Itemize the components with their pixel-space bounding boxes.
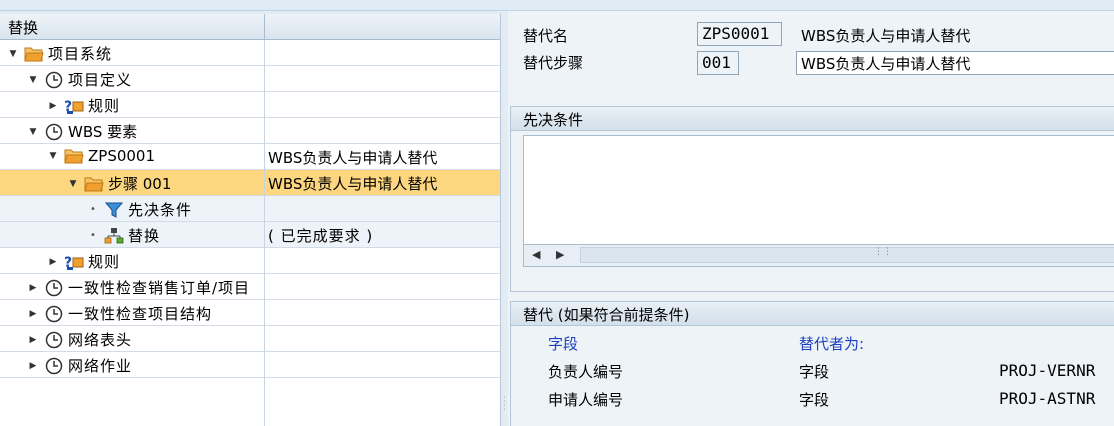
clock-icon xyxy=(45,123,63,140)
substitution-name-field[interactable]: ZPS0001 xyxy=(697,22,782,46)
substituted-by-column-header: 替代者为: xyxy=(799,335,865,353)
clock-icon xyxy=(45,305,63,322)
tree-node-label: 网络作业 xyxy=(68,357,133,375)
tree-node-label: 网络表头 xyxy=(68,331,133,349)
collapsed-arrow-icon[interactable]: ▶ xyxy=(28,309,38,319)
substitution-type: 字段 xyxy=(799,391,830,409)
clock-icon xyxy=(45,279,63,296)
collapsed-arrow-icon[interactable]: ▶ xyxy=(48,257,58,267)
expanded-arrow-icon[interactable]: ▼ xyxy=(68,179,78,189)
substitution-step-field[interactable]: 001 xyxy=(697,51,739,75)
tree-node-label: 一致性检查销售订单/项目 xyxy=(68,279,251,297)
substitution-name-description: WBS负责人与申请人替代 xyxy=(801,27,971,45)
panel-splitter[interactable]: · · · · xyxy=(501,11,508,426)
tree-node-rules[interactable]: ▶ ? 规则 xyxy=(0,92,500,118)
collapsed-arrow-icon[interactable]: ▶ xyxy=(48,101,58,111)
horizontal-scrollbar[interactable]: ◀ ▶ ⋮⋮ xyxy=(523,245,1114,267)
substitution-name-label: 替代名 xyxy=(523,27,569,45)
open-folder-icon xyxy=(84,177,104,191)
detail-panel: 替代名 ZPS0001 WBS负责人与申请人替代 替代步骤 001 WBS负责人… xyxy=(508,11,1114,426)
prerequisite-section: 先决条件 ◀ ▶ ⋮⋮ xyxy=(510,106,1114,292)
tree-column-header: 替换 xyxy=(8,19,39,37)
tree-node-label: 步骤 001 xyxy=(108,175,172,193)
field-column-header: 字段 xyxy=(548,335,579,353)
prerequisite-editor[interactable] xyxy=(523,135,1114,245)
substitution-step-label: 替代步骤 xyxy=(523,54,584,72)
tree-node-consistency-project-structure[interactable]: ▶ 一致性检查项目结构 xyxy=(0,300,500,326)
tree-node-label: 一致性检查项目结构 xyxy=(68,305,213,323)
substitution-section: 替代 (如果符合前提条件) 字段 替代者为: 负责人编号 字段 PROJ-VER… xyxy=(510,301,1114,426)
scroll-track[interactable] xyxy=(580,247,1114,263)
substitution-type: 字段 xyxy=(799,363,830,381)
substitution-tree: 替换 ▼ 项目系统 ▼ 项目定义 ▶ ? 规则 ▼ WBS 要素 ▼ ZPS00… xyxy=(0,14,501,426)
substitution-value[interactable]: PROJ-VERNR xyxy=(999,361,1095,380)
tree-node-wbs-element[interactable]: ▼ WBS 要素 xyxy=(0,118,500,144)
rules-icon: ? xyxy=(64,255,84,271)
substitution-field-name: 申请人编号 xyxy=(548,391,624,409)
tree-node-label: 规则 xyxy=(88,253,121,271)
expanded-arrow-icon[interactable]: ▼ xyxy=(28,127,38,137)
collapsed-arrow-icon[interactable]: ▶ xyxy=(28,335,38,345)
clock-icon xyxy=(45,357,63,374)
open-folder-icon xyxy=(64,149,84,164)
tree-node-network-header[interactable]: ▶ 网络表头 xyxy=(0,326,500,352)
tree-node-description: WBS负责人与申请人替代 xyxy=(268,149,438,167)
tree-node-project-system[interactable]: ▼ 项目系统 xyxy=(0,40,500,66)
tree-node-label: 项目定义 xyxy=(68,71,133,89)
tree-node-substitution[interactable]: • 替换 ( 已完成要求 ) xyxy=(0,222,500,248)
clock-icon xyxy=(45,71,63,88)
tree-node-label: 替换 xyxy=(128,227,161,245)
tree-node-project-definition[interactable]: ▼ 项目定义 xyxy=(0,66,500,92)
scroll-grip-icon[interactable]: ⋮⋮ xyxy=(874,247,892,257)
step-description-input[interactable]: WBS负责人与申请人替代 xyxy=(796,51,1114,75)
tree-node-description: WBS负责人与申请人替代 xyxy=(268,175,438,193)
collapsed-arrow-icon[interactable]: ▶ xyxy=(28,361,38,371)
expanded-arrow-icon[interactable]: ▼ xyxy=(48,151,58,161)
tree-node-label: WBS 要素 xyxy=(68,123,138,141)
tree-node-label: 规则 xyxy=(88,97,121,115)
header-separator xyxy=(264,14,265,40)
clock-icon xyxy=(45,331,63,348)
substitution-field-name: 负责人编号 xyxy=(548,363,624,381)
splitter-grip-icon[interactable]: · · · · xyxy=(503,394,506,414)
tree-node-network-activity[interactable]: ▶ 网络作业 xyxy=(0,352,500,378)
tree-node-zps0001[interactable]: ▼ ZPS0001 WBS负责人与申请人替代 xyxy=(0,144,500,170)
substitution-section-title: 替代 (如果符合前提条件) xyxy=(511,302,1114,326)
tree-node-status: ( 已完成要求 ) xyxy=(268,227,374,245)
tree-node-label: 先决条件 xyxy=(128,201,193,219)
leaf-bullet-icon: • xyxy=(90,204,96,215)
scroll-left-icon[interactable]: ◀ xyxy=(532,248,540,261)
tree-node-step-001[interactable]: ▼ 步骤 001 WBS负责人与申请人替代 xyxy=(0,170,500,196)
rules-icon: ? xyxy=(64,99,84,115)
column-divider xyxy=(264,40,265,426)
leaf-bullet-icon: • xyxy=(90,230,96,241)
tree-node-label: ZPS0001 xyxy=(88,147,156,165)
substitution-value[interactable]: PROJ-ASTNR xyxy=(999,389,1095,408)
expanded-arrow-icon[interactable]: ▼ xyxy=(28,75,38,85)
tree-node-prerequisite[interactable]: • 先决条件 xyxy=(0,196,500,222)
substitution-hierarchy-icon xyxy=(104,227,124,243)
tree-header: 替换 xyxy=(0,14,500,40)
tree-node-consistency-sales-order[interactable]: ▶ 一致性检查销售订单/项目 xyxy=(0,274,500,300)
filter-funnel-icon xyxy=(104,202,124,218)
collapsed-arrow-icon[interactable]: ▶ xyxy=(28,283,38,293)
expanded-arrow-icon[interactable]: ▼ xyxy=(8,49,18,59)
tree-node-label: 项目系统 xyxy=(48,45,113,63)
prerequisite-section-title: 先决条件 xyxy=(511,107,1114,131)
tree-node-rules-2[interactable]: ▶ ? 规则 xyxy=(0,248,500,274)
scroll-right-icon[interactable]: ▶ xyxy=(556,248,564,261)
top-toolbar-strip xyxy=(0,0,1114,11)
open-folder-icon xyxy=(24,47,44,61)
